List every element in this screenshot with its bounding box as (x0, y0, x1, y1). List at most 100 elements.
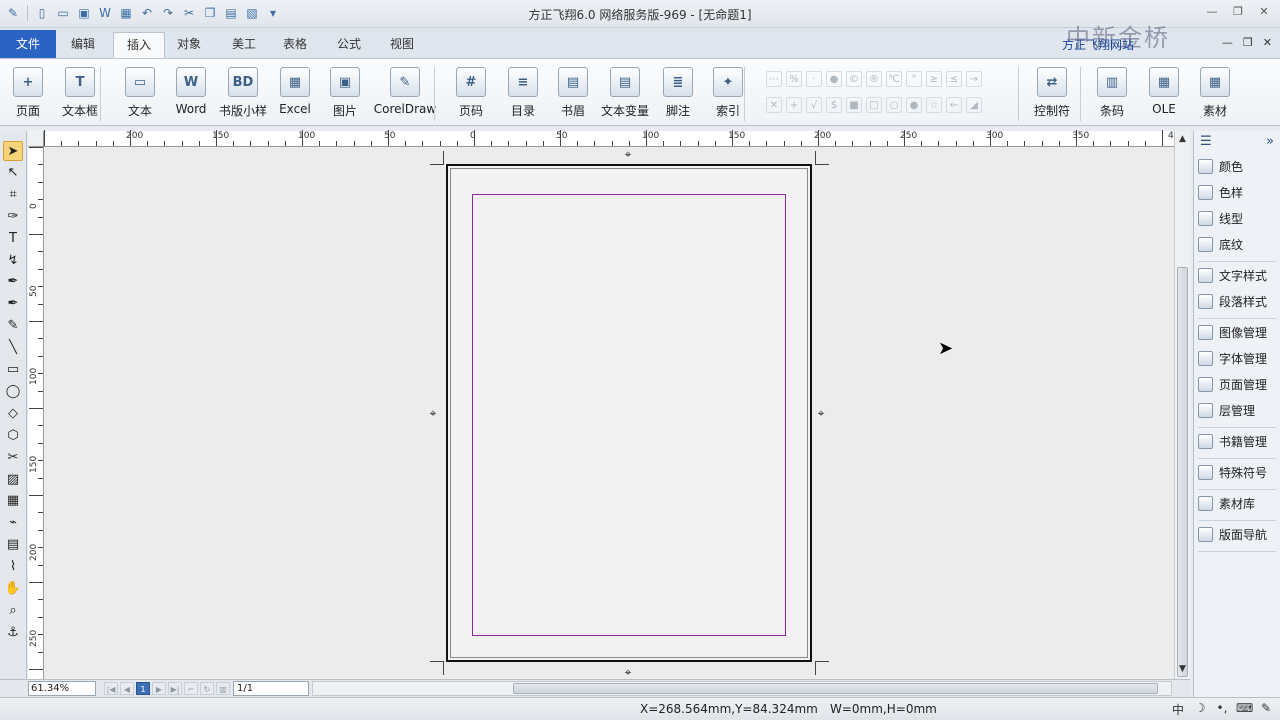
panel-item-color[interactable]: 颜色 (1198, 155, 1278, 177)
eyedropper-icon[interactable]: ⌇ (3, 557, 23, 577)
ribbon-button-1[interactable]: T 文本框 (54, 65, 106, 123)
symbol-button[interactable]: ● (906, 97, 922, 113)
polygon-tool-icon[interactable]: ⬡ (3, 426, 23, 446)
ime-button[interactable]: ⌨ (1236, 701, 1253, 718)
tab-2[interactable]: 插入 (113, 32, 166, 58)
vertical-scroll-thumb[interactable] (1177, 267, 1188, 677)
panel-item-material-library[interactable]: 素材库 (1198, 492, 1278, 514)
panel-item-layout-nav[interactable]: 版面导航 (1198, 523, 1278, 545)
next-page-icon[interactable]: ▶ (152, 682, 166, 695)
line-tool-icon[interactable]: ╲ (3, 338, 23, 358)
page[interactable] (446, 164, 812, 662)
minimize-button[interactable]: — (1202, 4, 1222, 20)
symbol-button[interactable]: $ (826, 97, 842, 113)
symbol-button[interactable]: ◢ (966, 97, 982, 113)
tab-3[interactable]: 对象 (164, 32, 214, 58)
rectangle-tool-icon[interactable]: ▭ (3, 360, 23, 380)
symbol-button[interactable]: √ (806, 97, 822, 113)
ribbon-button-12[interactable]: ≣ 脚注 (652, 65, 704, 123)
tab-7[interactable]: 视图 (377, 32, 427, 58)
panel-item-char-style[interactable]: 文字样式 (1198, 264, 1278, 286)
panel-collapse-icon[interactable]: » (1266, 131, 1274, 153)
ribbon-button-15[interactable]: ▥ 条码 (1086, 65, 1138, 123)
pen-point-icon[interactable]: ✒ (3, 272, 23, 292)
anchor-icon[interactable]: ⚓ (3, 623, 23, 643)
first-page-icon[interactable]: |◀ (104, 682, 118, 695)
symbol-button[interactable]: □ (866, 97, 882, 113)
ime-button[interactable]: •, (1214, 701, 1230, 718)
format-brush-icon[interactable]: ⌁ (3, 513, 23, 533)
symbol-button[interactable]: © (846, 71, 862, 87)
ribbon-button-11[interactable]: ▤ 文本变量 (599, 65, 651, 123)
select-arrow-icon[interactable]: ➤ (3, 141, 23, 161)
close-button[interactable]: ✕ (1254, 4, 1274, 20)
canvas[interactable]: ⌖ ⌖ ⌖ ⌖ (44, 147, 1174, 679)
symbol-button[interactable]: ● (826, 71, 842, 87)
symbol-button[interactable]: ° (906, 71, 922, 87)
panel-item-line-style[interactable]: 线型 (1198, 207, 1278, 229)
tab-0[interactable]: 文件 (0, 30, 57, 58)
panel-item-image-manage[interactable]: 图像管理 (1198, 321, 1278, 343)
symbol-button[interactable]: ® (866, 71, 882, 87)
website-link[interactable]: 方正飞翔网站 (1062, 36, 1134, 53)
ribbon-button-5[interactable]: ▦ Excel (269, 65, 321, 123)
text-tool-icon[interactable]: T (3, 229, 23, 249)
ellipse-tool-icon[interactable]: ◯ (3, 382, 23, 402)
ribbon-button-8[interactable]: # 页码 (445, 65, 497, 123)
ribbon-button-14[interactable]: ⇄ 控制符 (1026, 65, 1078, 123)
symbol-button[interactable]: % (786, 71, 802, 87)
ribbon-button-13[interactable]: ✦ 索引 (702, 65, 754, 123)
ribbon-button-17[interactable]: ▦ 素材 (1189, 65, 1241, 123)
add-point-icon[interactable]: ✒ (3, 294, 23, 314)
ribbon-button-2[interactable]: ▭ 文本 (114, 65, 166, 123)
tab-1[interactable]: 编辑 (58, 32, 108, 58)
current-page-button[interactable]: 1 (136, 682, 150, 695)
ribbon-button-3[interactable]: W Word (165, 65, 217, 123)
panel-item-layer-manage[interactable]: 层管理 (1198, 399, 1278, 421)
ime-button[interactable]: ☽ (1192, 701, 1208, 718)
ime-button[interactable]: ✎ (1258, 701, 1274, 718)
panel-item-font-manage[interactable]: 字体管理 (1198, 347, 1278, 369)
page-select[interactable]: 1/1 (233, 681, 309, 696)
symbol-button[interactable]: ℃ (886, 71, 902, 87)
panel-item-swatch[interactable]: 色样 (1198, 181, 1278, 203)
transparency-icon[interactable]: ▦ (3, 491, 23, 511)
panel-item-page-manage[interactable]: 页面管理 (1198, 373, 1278, 395)
vertical-scrollbar[interactable]: ▲ ▼ (1174, 131, 1190, 679)
delete-page-icon[interactable]: ▥ (216, 682, 230, 695)
ribbon-button-10[interactable]: ▤ 书眉 (547, 65, 599, 123)
crop-icon[interactable]: ⌗ (3, 185, 23, 205)
prev-page-icon[interactable]: ◀ (120, 682, 134, 695)
symbol-button[interactable]: → (966, 71, 982, 87)
symbol-button[interactable]: · (806, 71, 822, 87)
symbol-button[interactable]: ○ (886, 97, 902, 113)
horizontal-scroll-thumb[interactable] (513, 683, 1158, 694)
path-text-icon[interactable]: ↯ (3, 251, 23, 271)
symbol-button[interactable]: ⋯ (766, 71, 782, 87)
horizontal-scrollbar[interactable] (312, 681, 1172, 696)
ribbon-button-16[interactable]: ▦ OLE (1138, 65, 1190, 123)
last-page-icon[interactable]: ▶| (168, 682, 182, 695)
tab-4[interactable]: 美工 (219, 32, 269, 58)
symbol-button[interactable]: ✕ (766, 97, 782, 113)
scroll-down-icon[interactable]: ▼ (1177, 664, 1188, 674)
ribbon-button-9[interactable]: ≡ 目录 (497, 65, 549, 123)
symbol-button[interactable]: ■ (846, 97, 862, 113)
scroll-up-icon[interactable]: ▲ (1177, 134, 1188, 144)
doc-close-button[interactable]: ✕ (1263, 36, 1272, 49)
ime-button[interactable]: 中 (1170, 701, 1186, 718)
ruler-corner[interactable] (28, 131, 44, 147)
ribbon-button-7[interactable]: ✎ CorelDraw (372, 65, 438, 123)
panel-menu-icon[interactable]: ☰ (1200, 131, 1212, 153)
doc-restore-button[interactable]: ❐ (1243, 36, 1253, 49)
symbol-button[interactable]: ≥ (926, 71, 942, 87)
table-tool-icon[interactable]: ▤ (3, 535, 23, 555)
direct-select-icon[interactable]: ↖ (3, 163, 23, 183)
panel-item-special-symbol[interactable]: 特殊符号 (1198, 461, 1278, 483)
refresh-icon[interactable]: ↻ (200, 682, 214, 695)
symbol-button[interactable]: ≤ (946, 71, 962, 87)
gradient-icon[interactable]: ▨ (3, 470, 23, 490)
symbol-button[interactable]: ← (946, 97, 962, 113)
hand-icon[interactable]: ✋ (3, 579, 23, 599)
ribbon-button-4[interactable]: BD 书版小样 (217, 65, 269, 123)
